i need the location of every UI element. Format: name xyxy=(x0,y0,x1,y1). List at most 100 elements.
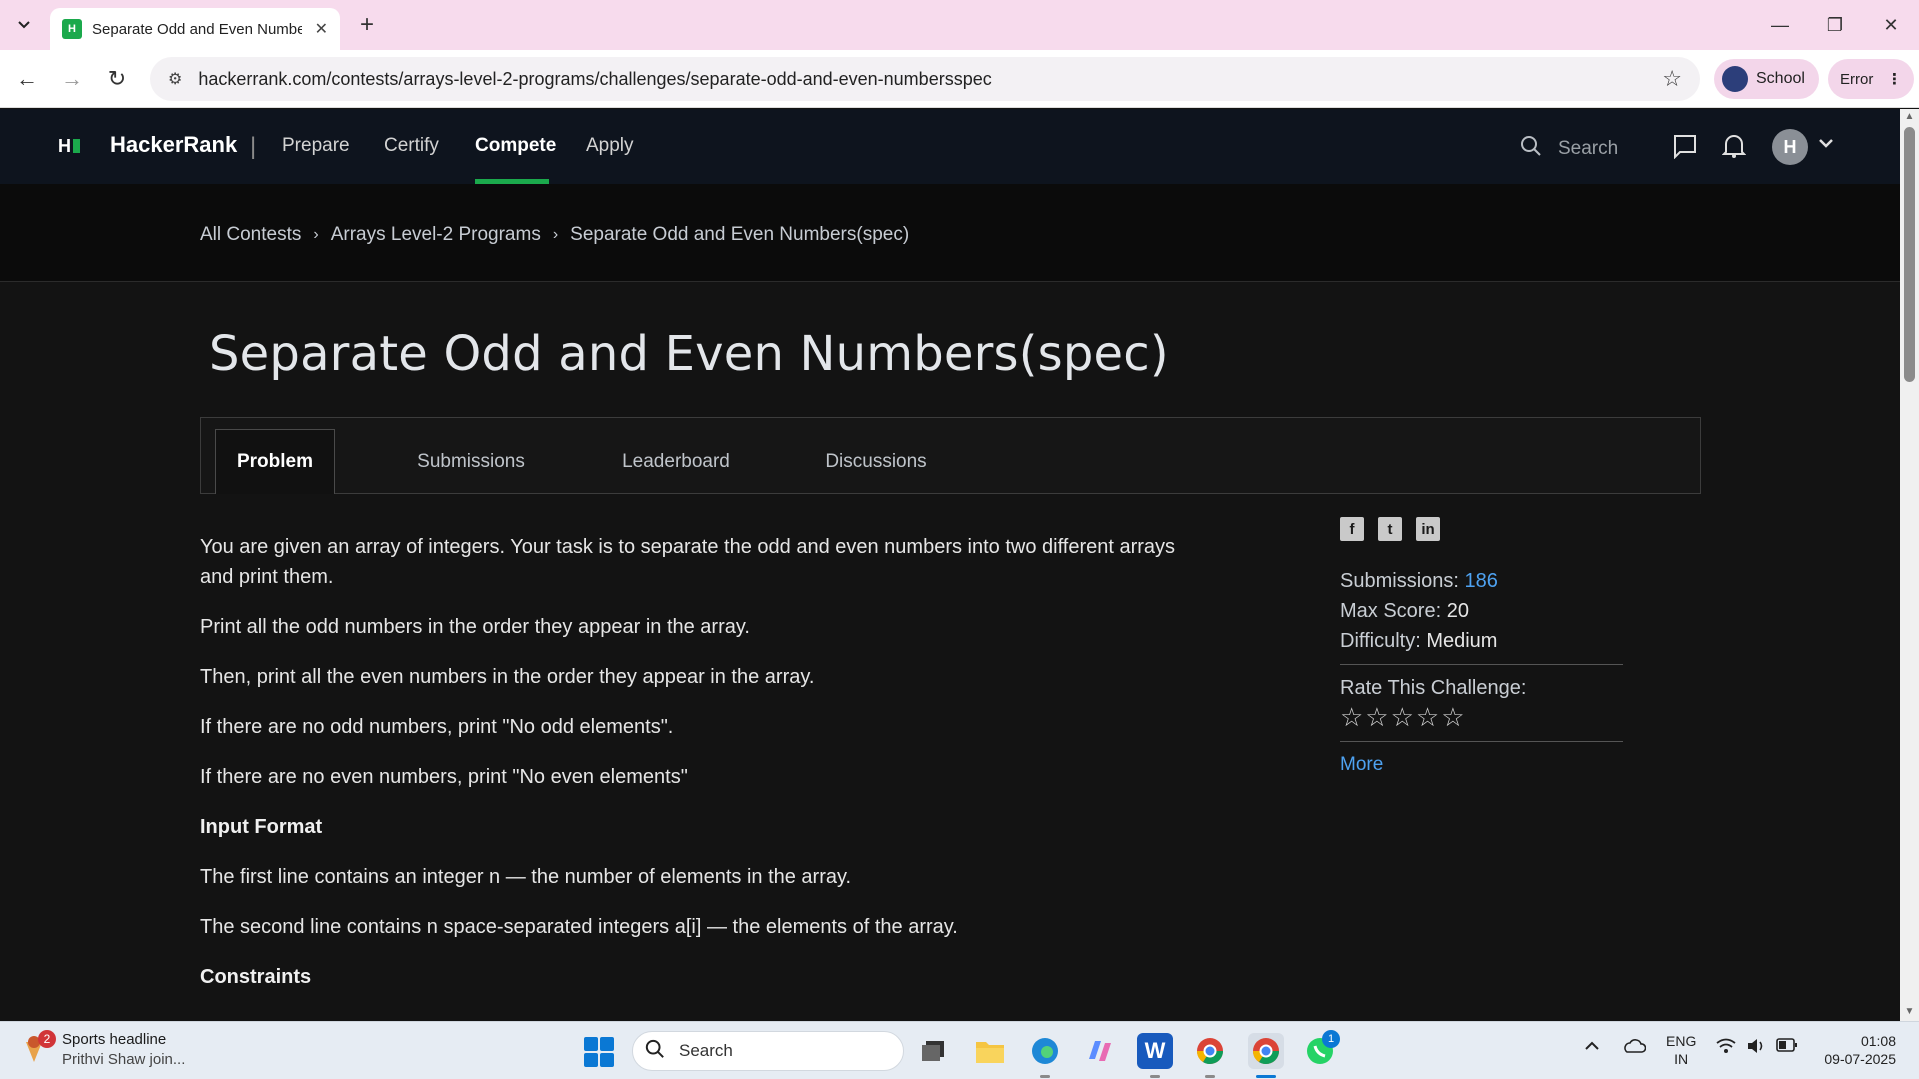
breadcrumb-all-contests[interactable]: All Contests xyxy=(200,224,301,246)
user-avatar[interactable]: H xyxy=(1772,129,1808,165)
facebook-icon[interactable]: f xyxy=(1340,517,1364,541)
back-arrow-icon[interactable]: ← xyxy=(10,62,44,96)
news-badge: 2 xyxy=(38,1030,56,1048)
chrome-profile-icon[interactable] xyxy=(1248,1033,1284,1069)
edge-browser-icon[interactable] xyxy=(1027,1033,1063,1069)
scrollbar-thumb[interactable] xyxy=(1904,127,1915,382)
sidebar-divider xyxy=(1340,664,1623,665)
hr-search-placeholder: Search xyxy=(1558,138,1619,159)
challenge-tabs: Problem Submissions Leaderboard Discussi… xyxy=(200,417,1701,494)
news-widget-icon: 2 xyxy=(22,1030,56,1066)
breadcrumb-contest[interactable]: Arrays Level-2 Programs xyxy=(331,224,541,246)
profile-button[interactable]: School xyxy=(1714,59,1819,99)
breadcrumb-chevron-icon: › xyxy=(552,226,559,243)
input-format-heading: Input Format xyxy=(200,816,323,838)
profile-label: School xyxy=(1756,70,1805,87)
clock-date: 09-07-2025 xyxy=(1824,1051,1896,1067)
nav-link-certify[interactable]: Certify xyxy=(384,135,439,157)
page-title: Separate Odd and Even Numbers(spec) xyxy=(209,326,1169,382)
copilot-icon[interactable] xyxy=(1082,1033,1118,1069)
windows-start-icon[interactable] xyxy=(584,1037,614,1067)
clock-time: 01:08 xyxy=(1860,1033,1896,1049)
input-format-line: The second line contains n space-separat… xyxy=(200,916,958,938)
challenge-sidebar: f t in Submissions: 186 Max Score: 20 Di… xyxy=(1340,517,1623,776)
linkedin-icon[interactable]: in xyxy=(1416,517,1440,541)
difficulty-stat: Difficulty: Medium xyxy=(1340,630,1498,652)
error-label: Error xyxy=(1840,70,1874,88)
problem-paragraph: You are given an array of integers. Your… xyxy=(200,536,1176,588)
profile-avatar xyxy=(1722,66,1748,92)
volume-icon[interactable] xyxy=(1746,1038,1766,1059)
submissions-stat: Submissions: 186 xyxy=(1340,570,1498,592)
problem-paragraph: Then, print all the even numbers in the … xyxy=(200,666,815,688)
site-info-icon[interactable]: ⚙ xyxy=(168,69,182,89)
wifi-icon[interactable] xyxy=(1716,1038,1736,1059)
twitter-icon[interactable]: t xyxy=(1378,517,1402,541)
app-running-indicator xyxy=(1150,1075,1160,1078)
word-app-icon[interactable]: W xyxy=(1137,1033,1173,1069)
constraints-heading: Constraints xyxy=(200,966,312,988)
chevron-down-icon[interactable] xyxy=(1818,133,1834,154)
browser-tab-active[interactable]: H Separate Odd and Even Numbe ✕ xyxy=(50,8,340,50)
bookmark-star-icon[interactable]: ☆ xyxy=(1662,66,1682,92)
max-score-stat: Max Score: 20 xyxy=(1340,600,1469,622)
tab-discussions[interactable]: Discussions xyxy=(806,429,946,494)
nav-link-compete[interactable]: Compete xyxy=(475,135,556,157)
window-restore-icon[interactable]: ❐ xyxy=(1810,8,1860,42)
whatsapp-badge: 1 xyxy=(1322,1030,1340,1048)
file-explorer-icon[interactable] xyxy=(972,1033,1008,1069)
share-icons: f t in xyxy=(1340,517,1623,541)
page-scrollbar[interactable]: ▲ ▼ xyxy=(1900,109,1919,1021)
breadcrumb-chevron-icon: › xyxy=(313,226,319,243)
tab-problem[interactable]: Problem xyxy=(215,429,335,494)
reload-icon[interactable]: ↻ xyxy=(100,62,134,96)
app-active-indicator xyxy=(1256,1075,1276,1078)
problem-paragraph: Print all the odd numbers in the order t… xyxy=(200,616,750,638)
notifications-bell-icon[interactable] xyxy=(1721,133,1747,166)
nav-link-apply[interactable]: Apply xyxy=(586,135,634,157)
tab-submissions[interactable]: Submissions xyxy=(401,429,541,494)
tab-leaderboard[interactable]: Leaderboard xyxy=(606,429,746,494)
url-text[interactable]: hackerrank.com/contests/arrays-level-2-p… xyxy=(198,69,991,90)
browser-error-menu-button[interactable]: Error ⋮ xyxy=(1828,59,1914,99)
breadcrumb: All Contests › Arrays Level-2 Programs ›… xyxy=(200,224,909,246)
breadcrumb-band: All Contests › Arrays Level-2 Programs ›… xyxy=(0,184,1900,282)
battery-icon[interactable] xyxy=(1776,1038,1798,1057)
nav-link-prepare[interactable]: Prepare xyxy=(282,135,350,157)
app-running-indicator xyxy=(1205,1075,1215,1078)
task-view-icon[interactable] xyxy=(916,1033,952,1069)
language-indicator[interactable]: ENG IN xyxy=(1666,1032,1696,1068)
taskbar-search-placeholder: Search xyxy=(679,1041,733,1060)
nav-divider: | xyxy=(250,133,257,160)
chrome-icon[interactable] xyxy=(1192,1033,1228,1069)
system-clock[interactable]: 01:08 09-07-2025 xyxy=(1818,1032,1896,1068)
hackerrank-logo-icon[interactable]: H xyxy=(58,136,80,157)
rating-stars[interactable]: ☆☆☆☆☆ xyxy=(1340,702,1623,733)
problem-paragraph: If there are no odd numbers, print "No o… xyxy=(200,716,674,738)
tray-overflow-chevron-icon[interactable] xyxy=(1584,1038,1600,1056)
tab-close-icon[interactable]: ✕ xyxy=(315,19,328,39)
browser-toolbar: ← → ↻ ⚙ hackerrank.com/contests/arrays-l… xyxy=(0,50,1919,108)
more-link[interactable]: More xyxy=(1340,754,1383,775)
breadcrumb-challenge[interactable]: Separate Odd and Even Numbers(spec) xyxy=(570,224,909,246)
window-close-icon[interactable]: ✕ xyxy=(1866,8,1916,42)
hackerrank-favicon-icon: H xyxy=(62,19,82,39)
onedrive-cloud-icon[interactable] xyxy=(1622,1038,1647,1059)
window-minimize-icon[interactable]: — xyxy=(1755,8,1805,42)
new-tab-plus-icon[interactable]: + xyxy=(352,10,382,40)
news-subtitle: Prithvi Shaw join... xyxy=(62,1051,186,1068)
address-bar[interactable]: ⚙ hackerrank.com/contests/arrays-level-2… xyxy=(150,57,1700,101)
submissions-count-link[interactable]: 186 xyxy=(1465,570,1498,592)
hr-search-box[interactable]: Search xyxy=(1520,135,1618,163)
taskbar-search[interactable]: Search xyxy=(632,1031,904,1071)
scroll-down-arrow-icon[interactable]: ▼ xyxy=(1904,1007,1915,1017)
scroll-up-arrow-icon[interactable]: ▲ xyxy=(1904,112,1915,122)
sidebar-divider xyxy=(1340,741,1623,742)
news-widget[interactable]: 2 Sports headline Prithvi Shaw join... xyxy=(22,1030,185,1070)
problem-paragraph: If there are no even numbers, print "No … xyxy=(200,766,688,788)
hackerrank-brand[interactable]: HackerRank xyxy=(110,132,237,158)
tab-search-chevron-icon[interactable] xyxy=(8,10,40,40)
windows-taskbar: 2 Sports headline Prithvi Shaw join... S… xyxy=(0,1021,1919,1079)
messages-icon[interactable] xyxy=(1672,133,1698,166)
forward-arrow-icon[interactable]: → xyxy=(55,62,89,96)
